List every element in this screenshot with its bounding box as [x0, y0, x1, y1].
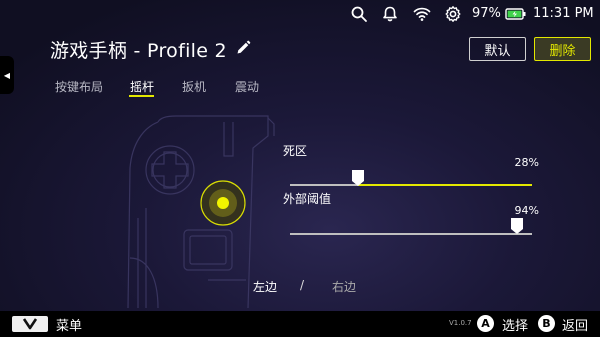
- brand-chevron-icon: [22, 318, 38, 330]
- version-text: V1.0.7: [449, 319, 472, 327]
- deadzone-slider[interactable]: [290, 184, 532, 186]
- right-stick-option[interactable]: 右边: [332, 278, 356, 295]
- menu-logo-icon[interactable]: [12, 316, 48, 332]
- outer-threshold-label: 外部阈值: [283, 192, 332, 206]
- b-button-icon[interactable]: B: [538, 315, 555, 332]
- tab-joystick[interactable]: 摇杆: [130, 78, 154, 95]
- active-tab-indicator: [129, 95, 154, 97]
- battery-charging-icon: [505, 8, 526, 20]
- tab-trigger[interactable]: 扳机: [182, 78, 206, 95]
- search-icon[interactable]: [350, 5, 368, 23]
- status-bar: 97% 11:31 PM: [0, 0, 600, 28]
- menu-label[interactable]: 菜单: [56, 315, 82, 334]
- delete-button[interactable]: 删除: [534, 37, 591, 61]
- left-stick-option[interactable]: 左边: [253, 278, 277, 295]
- side-panel-toggle[interactable]: ◀: [0, 56, 14, 94]
- battery-percent: 97%: [472, 6, 501, 21]
- a-button-icon[interactable]: A: [477, 315, 494, 332]
- select-label: 选择: [502, 319, 529, 334]
- wifi-icon[interactable]: [413, 5, 431, 23]
- gear-icon[interactable]: [444, 5, 462, 23]
- deadzone-label: 死区: [283, 144, 308, 158]
- tab-button-layout[interactable]: 按键布局: [55, 78, 103, 95]
- deadzone-slider-fill: [357, 184, 532, 186]
- deadzone-value: 28%: [514, 156, 539, 169]
- page-title: 游戏手柄 - Profile 2: [50, 40, 227, 62]
- default-button[interactable]: 默认: [469, 37, 526, 61]
- screen: 97% 11:31 PM ◀ 游戏手柄 - Profile 2 默认 删除 按键…: [0, 0, 600, 337]
- bell-icon[interactable]: [381, 5, 399, 23]
- tab-vibration[interactable]: 震动: [235, 78, 259, 95]
- clock: 11:31 PM: [533, 6, 594, 21]
- edit-pencil-icon[interactable]: [235, 40, 251, 56]
- outer-threshold-value: 94%: [514, 204, 539, 217]
- outer-threshold-slider[interactable]: [290, 233, 532, 235]
- side-switch-separator: /: [300, 278, 305, 292]
- joystick-indicator[interactable]: [200, 180, 246, 226]
- outer-threshold-slider-fill: [290, 233, 518, 235]
- chevron-left-icon: ◀: [3, 70, 11, 80]
- back-label: 返回: [562, 319, 589, 334]
- outer-threshold-slider-thumb[interactable]: [511, 218, 524, 234]
- deadzone-slider-thumb[interactable]: [351, 170, 364, 186]
- bottom-bar: 菜单 V1.0.7 A 选择 B 返回: [0, 311, 600, 337]
